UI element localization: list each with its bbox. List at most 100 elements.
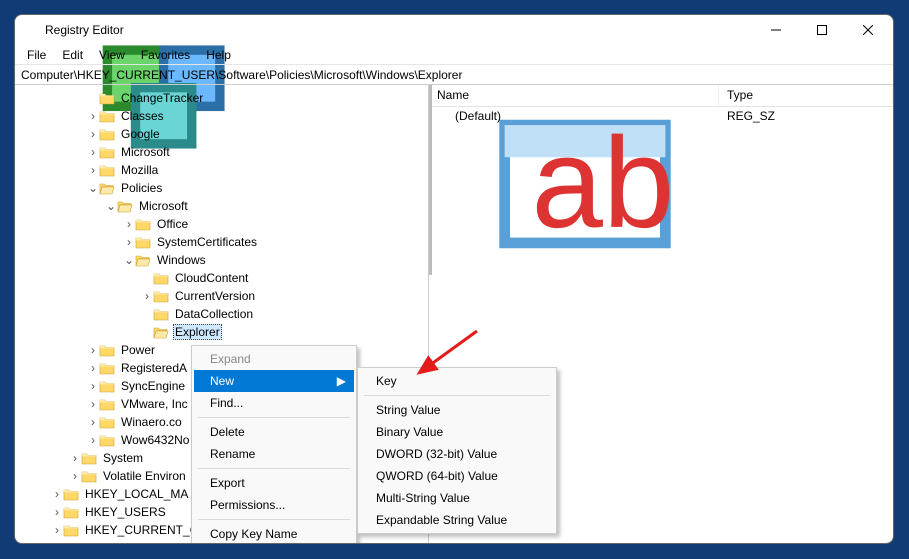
expand-icon[interactable]: › bbox=[123, 218, 135, 230]
sub-string-value[interactable]: String Value bbox=[360, 399, 554, 421]
column-headers: Name Type bbox=[429, 85, 893, 107]
folder-open-icon bbox=[117, 199, 133, 213]
tree-item-selected[interactable]: Explorer bbox=[173, 324, 222, 340]
expand-icon[interactable]: › bbox=[51, 506, 63, 518]
tree-item[interactable]: HKEY_USERS bbox=[83, 504, 168, 520]
expand-icon[interactable]: › bbox=[87, 362, 99, 374]
tree-item[interactable]: Google bbox=[119, 126, 162, 142]
tree-item[interactable]: Mozilla bbox=[119, 162, 160, 178]
tree-item[interactable]: Windows bbox=[155, 252, 208, 268]
separator bbox=[198, 468, 350, 469]
context-menu: Expand New▶ Find... Delete Rename Export… bbox=[191, 345, 357, 544]
ctx-permissions[interactable]: Permissions... bbox=[194, 494, 354, 516]
expand-icon[interactable]: › bbox=[69, 470, 81, 482]
expand-icon[interactable]: › bbox=[87, 146, 99, 158]
tree-item[interactable]: Volatile Environ bbox=[101, 468, 188, 484]
ctx-export[interactable]: Export bbox=[194, 472, 354, 494]
ctx-rename[interactable]: Rename bbox=[194, 443, 354, 465]
new-submenu: Key String Value Binary Value DWORD (32-… bbox=[357, 367, 557, 534]
expand-icon[interactable]: › bbox=[87, 110, 99, 122]
sub-multi-string-value[interactable]: Multi-String Value bbox=[360, 487, 554, 509]
tree-item[interactable]: System bbox=[101, 450, 145, 466]
menu-edit[interactable]: Edit bbox=[54, 46, 91, 64]
separator bbox=[198, 519, 350, 520]
folder-open-icon bbox=[135, 253, 151, 267]
tree-item[interactable]: RegisteredA bbox=[119, 360, 189, 376]
expand-icon[interactable]: › bbox=[141, 290, 153, 302]
tree-item[interactable]: Policies bbox=[119, 180, 164, 196]
tree-item[interactable]: Microsoft bbox=[137, 198, 190, 214]
sub-binary-value[interactable]: Binary Value bbox=[360, 421, 554, 443]
titlebar: Registry Editor bbox=[15, 15, 893, 45]
collapse-icon[interactable]: ⌄ bbox=[123, 254, 135, 266]
folder-icon bbox=[99, 343, 115, 357]
tree-item[interactable]: SystemCertificates bbox=[155, 234, 259, 250]
folder-icon bbox=[153, 307, 169, 321]
tree-item[interactable]: ChangeTracker bbox=[119, 90, 205, 106]
expand-icon[interactable]: › bbox=[51, 488, 63, 500]
ctx-new[interactable]: New▶ bbox=[194, 370, 354, 392]
tree-item[interactable]: HKEY_LOCAL_MA bbox=[83, 486, 190, 502]
expand-icon[interactable]: › bbox=[69, 452, 81, 464]
menu-file[interactable]: File bbox=[19, 46, 54, 64]
expand-icon[interactable]: › bbox=[87, 398, 99, 410]
folder-icon bbox=[63, 505, 79, 519]
tree-item[interactable]: Office bbox=[155, 216, 190, 232]
tree-item[interactable]: VMware, Inc bbox=[119, 396, 190, 412]
sub-expandable-string-value[interactable]: Expandable String Value bbox=[360, 509, 554, 531]
address-bar[interactable]: Computer\HKEY_CURRENT_USER\Software\Poli… bbox=[15, 65, 893, 85]
expand-icon[interactable]: › bbox=[87, 344, 99, 356]
tree-item[interactable]: Classes bbox=[119, 108, 166, 124]
sub-key[interactable]: Key bbox=[360, 370, 554, 392]
tree-item[interactable]: Microsoft bbox=[119, 144, 172, 160]
close-button[interactable] bbox=[845, 15, 891, 45]
folder-icon bbox=[99, 361, 115, 375]
expand-icon[interactable]: › bbox=[123, 236, 135, 248]
tree-item[interactable]: HKEY_CURRENT_C bbox=[83, 522, 200, 538]
tree-item[interactable]: Power bbox=[119, 342, 157, 358]
ctx-delete[interactable]: Delete bbox=[194, 421, 354, 443]
minimize-button[interactable] bbox=[753, 15, 799, 45]
sub-qword-value[interactable]: QWORD (64-bit) Value bbox=[360, 465, 554, 487]
collapse-icon[interactable]: ⌄ bbox=[105, 200, 117, 212]
folder-icon bbox=[153, 271, 169, 285]
ctx-copy-key-name[interactable]: Copy Key Name bbox=[194, 523, 354, 544]
scrollbar-indicator[interactable] bbox=[429, 85, 432, 275]
folder-icon bbox=[99, 397, 115, 411]
expand-icon[interactable]: › bbox=[87, 164, 99, 176]
address-text: Computer\HKEY_CURRENT_USER\Software\Poli… bbox=[21, 68, 462, 82]
string-value-icon bbox=[435, 109, 451, 123]
sub-dword-value[interactable]: DWORD (32-bit) Value bbox=[360, 443, 554, 465]
column-type[interactable]: Type bbox=[719, 85, 893, 106]
column-name[interactable]: Name bbox=[429, 85, 719, 106]
registry-editor-window: Registry Editor File Edit View Favorites… bbox=[14, 14, 894, 544]
value-row[interactable]: (Default) REG_SZ bbox=[429, 107, 893, 125]
folder-icon bbox=[99, 415, 115, 429]
menu-view[interactable]: View bbox=[91, 46, 133, 64]
tree-item[interactable]: DataCollection bbox=[173, 306, 255, 322]
separator bbox=[198, 417, 350, 418]
menu-favorites[interactable]: Favorites bbox=[133, 46, 198, 64]
ctx-find[interactable]: Find... bbox=[194, 392, 354, 414]
folder-icon bbox=[63, 523, 79, 537]
folder-icon bbox=[99, 163, 115, 177]
value-type: REG_SZ bbox=[719, 109, 775, 123]
folder-icon bbox=[99, 145, 115, 159]
expand-icon[interactable]: › bbox=[87, 434, 99, 446]
tree-item[interactable]: Winaero.co bbox=[119, 414, 184, 430]
tree-item[interactable]: CloudContent bbox=[173, 270, 250, 286]
maximize-button[interactable] bbox=[799, 15, 845, 45]
menu-help[interactable]: Help bbox=[198, 46, 239, 64]
collapse-icon[interactable]: ⌄ bbox=[87, 182, 99, 194]
folder-open-icon bbox=[99, 181, 115, 195]
tree-item[interactable]: SyncEngine bbox=[119, 378, 187, 394]
expand-icon[interactable]: › bbox=[87, 128, 99, 140]
folder-icon bbox=[99, 109, 115, 123]
folder-icon bbox=[99, 433, 115, 447]
expand-icon[interactable]: › bbox=[87, 416, 99, 428]
folder-icon bbox=[99, 127, 115, 141]
tree-item[interactable]: Wow6432No bbox=[119, 432, 191, 448]
expand-icon[interactable]: › bbox=[87, 380, 99, 392]
expand-icon[interactable]: › bbox=[51, 524, 63, 536]
tree-item[interactable]: CurrentVersion bbox=[173, 288, 257, 304]
